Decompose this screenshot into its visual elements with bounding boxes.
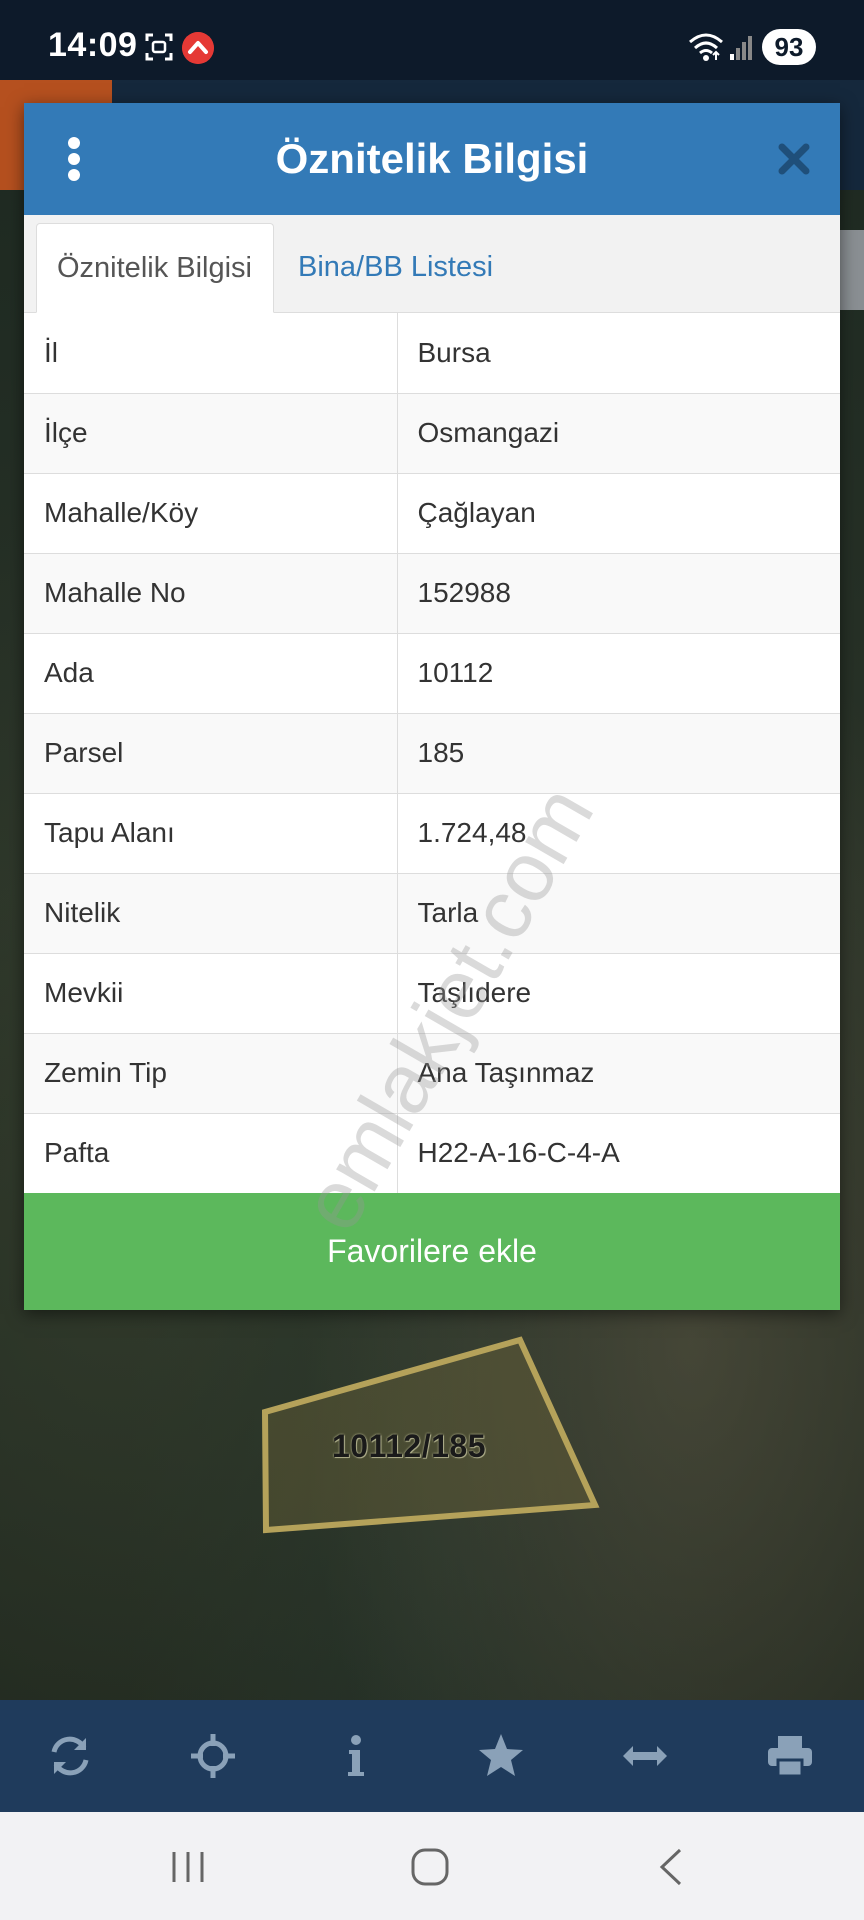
table-row: Mevkii Taşlıdere bbox=[24, 953, 840, 1034]
screenshot-icon bbox=[145, 33, 173, 61]
home-icon[interactable] bbox=[400, 1842, 460, 1892]
wifi-icon bbox=[689, 33, 723, 61]
modal-title: Öznitelik Bilgisi bbox=[275, 135, 589, 182]
row-value: Taşlıdere bbox=[397, 953, 840, 1034]
locate-icon[interactable] bbox=[185, 1728, 241, 1784]
measure-icon[interactable] bbox=[617, 1728, 673, 1784]
table-row: Mahalle No 152988 bbox=[24, 553, 840, 634]
app-notification-icon bbox=[182, 32, 214, 64]
table-row: Mahalle/Köy Çağlayan bbox=[24, 473, 840, 554]
recent-apps-icon[interactable] bbox=[158, 1842, 218, 1892]
attribute-modal: Öznitelik Bilgisi Öznitelik Bilgisi Bina… bbox=[24, 103, 840, 1310]
row-value: Ana Taşınmaz bbox=[397, 1033, 840, 1114]
row-key: Ada bbox=[24, 633, 398, 714]
table-row: Pafta H22-A-16-C-4-A bbox=[24, 1113, 840, 1194]
row-value: 1.724,48 bbox=[397, 793, 840, 874]
table-row: İl Bursa bbox=[24, 313, 840, 394]
row-value: Bursa bbox=[397, 313, 840, 394]
close-icon[interactable] bbox=[776, 141, 812, 177]
row-key: Pafta bbox=[24, 1113, 398, 1194]
back-icon[interactable] bbox=[642, 1842, 702, 1892]
row-key: Zemin Tip bbox=[24, 1033, 398, 1114]
tab-bar: Öznitelik Bilgisi Bina/BB Listesi bbox=[24, 215, 840, 313]
add-favorite-button[interactable]: Favorilere ekle bbox=[24, 1193, 840, 1310]
refresh-icon[interactable] bbox=[42, 1728, 98, 1784]
table-row: İlçe Osmangazi bbox=[24, 393, 840, 474]
row-value: 152988 bbox=[397, 553, 840, 634]
table-row: Tapu Alanı 1.724,48 bbox=[24, 793, 840, 874]
signal-icon bbox=[730, 36, 752, 60]
row-key: Tapu Alanı bbox=[24, 793, 398, 874]
row-key: İl bbox=[24, 313, 398, 394]
star-icon[interactable] bbox=[473, 1728, 529, 1784]
row-key: Mevkii bbox=[24, 953, 398, 1034]
table-row: Parsel 185 bbox=[24, 713, 840, 794]
table-row: Nitelik Tarla bbox=[24, 873, 840, 954]
row-key: Parsel bbox=[24, 713, 398, 794]
row-value: Tarla bbox=[397, 873, 840, 954]
modal-header: Öznitelik Bilgisi bbox=[24, 103, 840, 215]
table-row: Zemin Tip Ana Taşınmaz bbox=[24, 1033, 840, 1114]
row-key: Mahalle No bbox=[24, 553, 398, 634]
print-icon[interactable] bbox=[762, 1728, 818, 1784]
attribute-table: İl Bursa İlçe Osmangazi Mahalle/Köy Çağlaya… bbox=[24, 313, 840, 1194]
kebab-menu-icon[interactable] bbox=[68, 137, 82, 181]
system-nav-bar bbox=[0, 1812, 864, 1920]
row-key: Nitelik bbox=[24, 873, 398, 954]
table-row: Ada 10112 bbox=[24, 633, 840, 714]
row-key: Mahalle/Köy bbox=[24, 473, 398, 554]
row-key: İlçe bbox=[24, 393, 398, 474]
status-bar: 14:09 93 bbox=[0, 0, 864, 80]
map-toolbar bbox=[0, 1700, 864, 1812]
tab-attribute-info[interactable]: Öznitelik Bilgisi bbox=[36, 223, 274, 313]
row-value: H22-A-16-C-4-A bbox=[397, 1113, 840, 1194]
row-value: Osmangazi bbox=[397, 393, 840, 474]
row-value: Çağlayan bbox=[397, 473, 840, 554]
row-value: 10112 bbox=[397, 633, 840, 714]
map-side-control bbox=[840, 230, 864, 310]
parcel-label: 10112/185 bbox=[332, 1428, 486, 1464]
row-value: 185 bbox=[397, 713, 840, 794]
tab-building-list[interactable]: Bina/BB Listesi bbox=[278, 223, 513, 313]
battery-badge: 93 bbox=[762, 29, 816, 65]
status-time: 14:09 bbox=[48, 26, 138, 64]
info-icon[interactable] bbox=[328, 1728, 384, 1784]
